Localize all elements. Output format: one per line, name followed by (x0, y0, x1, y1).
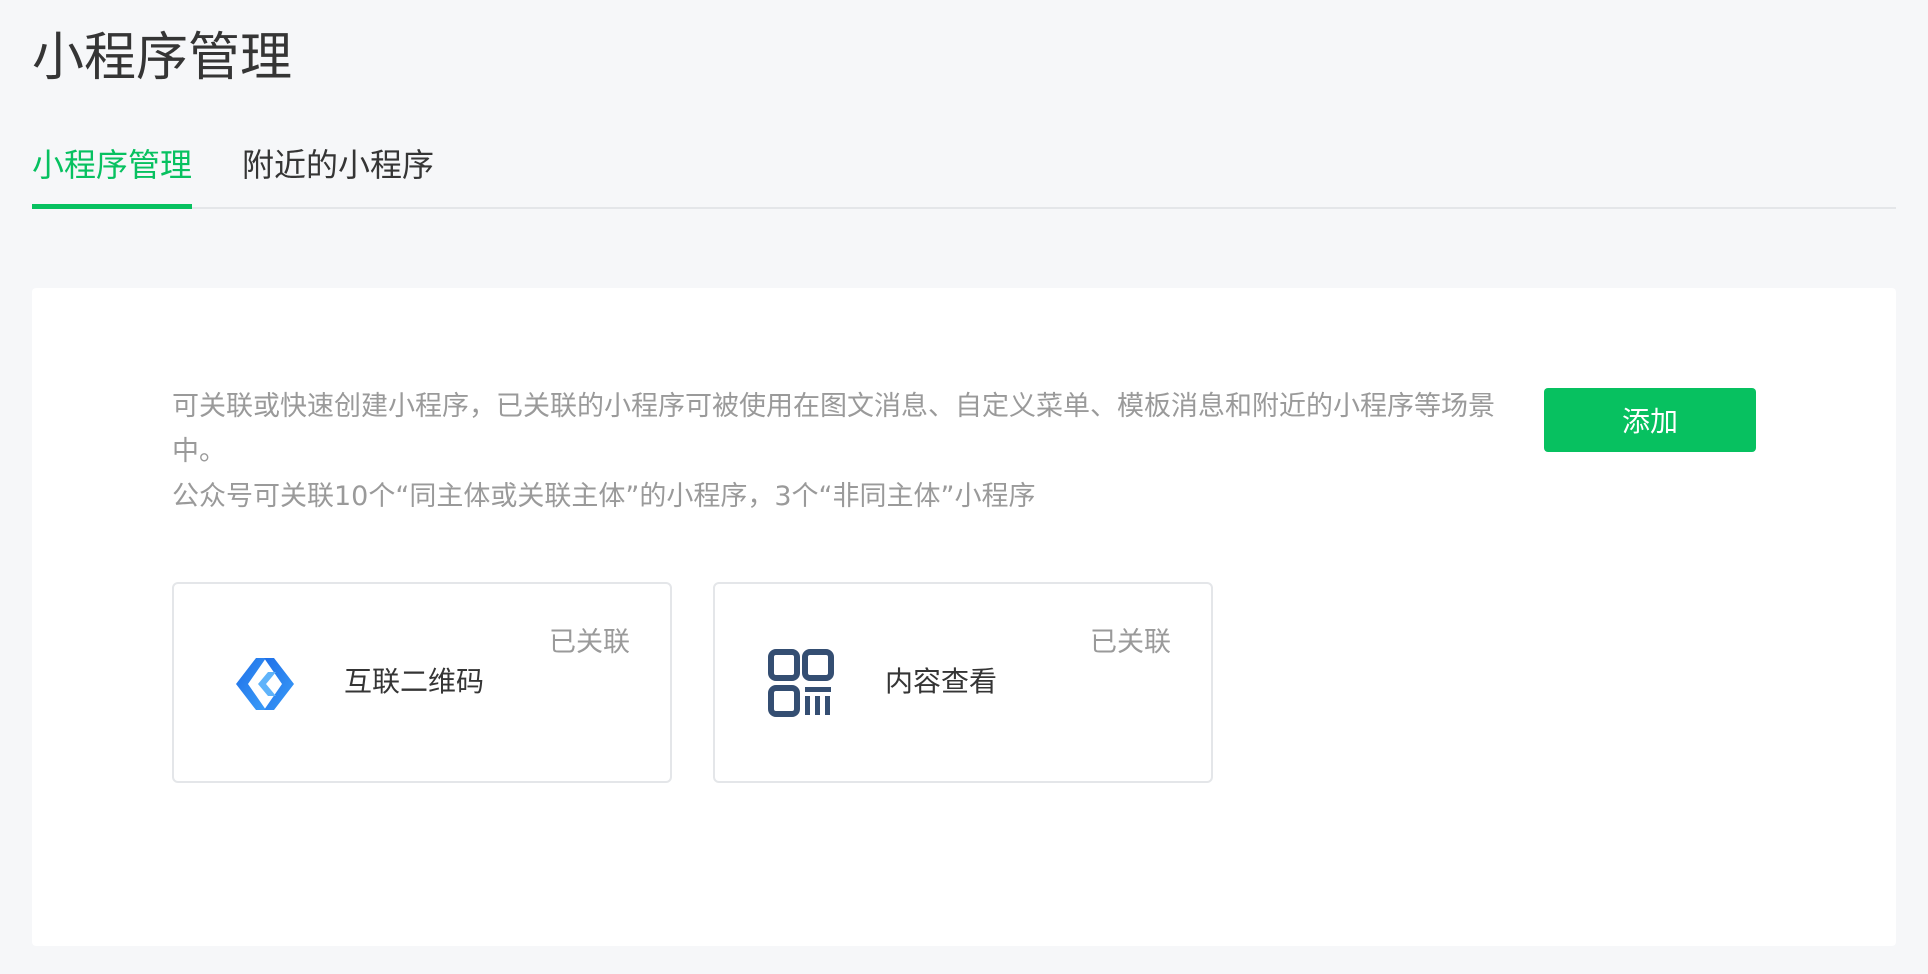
description-line-2: 公众号可关联10个“同主体或关联主体”的小程序，3个“非同主体”小程序 (172, 481, 1036, 512)
description-line-1: 可关联或快速创建小程序，已关联的小程序可被使用在图文消息、自定义菜单、模板消息和… (172, 391, 1495, 467)
card-status: 已关联 (549, 627, 630, 658)
chain-link-icon (220, 648, 310, 720)
tab-bar: 小程序管理 附近的小程序 (32, 134, 1896, 209)
description: 可关联或快速创建小程序，已关联的小程序可被使用在图文消息、自定义菜单、模板消息和… (172, 384, 1512, 519)
mini-program-card-content-view[interactable]: 已关联 内容查看 (713, 582, 1213, 783)
mini-program-panel: 可关联或快速创建小程序，已关联的小程序可被使用在图文消息、自定义菜单、模板消息和… (32, 288, 1896, 946)
add-button[interactable]: 添加 (1544, 388, 1756, 452)
card-name: 内容查看 (885, 665, 998, 698)
tab-nearby-mini-programs[interactable]: 附近的小程序 (242, 134, 434, 207)
tab-mini-program-management[interactable]: 小程序管理 (32, 134, 193, 209)
mini-program-card-hulian-qrcode[interactable]: 已关联 互联二维码 (172, 582, 672, 783)
card-status: 已关联 (1090, 627, 1171, 658)
card-name: 互联二维码 (344, 665, 485, 698)
page-title: 小程序管理 (32, 28, 293, 88)
qr-code-icon (761, 648, 851, 720)
